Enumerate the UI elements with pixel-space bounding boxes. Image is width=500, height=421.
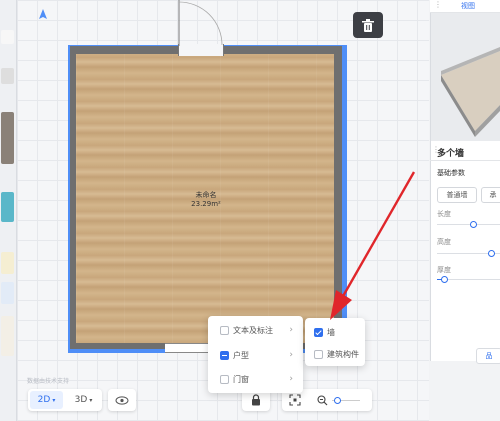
- search-icon[interactable]: [1, 30, 14, 44]
- section-title: 基础参数: [437, 169, 465, 177]
- view-mode-switch: 2D ▾ 3D ▾: [28, 389, 102, 411]
- thickness-slider-handle[interactable]: [441, 276, 448, 283]
- catalog-thumbnail[interactable]: [1, 68, 14, 84]
- fit-screen-icon[interactable]: [289, 394, 301, 406]
- submenu-item-label: 墙: [327, 327, 335, 337]
- zoom-out-icon[interactable]: [317, 394, 328, 406]
- corner-button[interactable]: 品: [476, 348, 500, 364]
- window-opening[interactable]: [165, 343, 213, 353]
- catalog-thumbnail[interactable]: [1, 252, 14, 274]
- chevron-down-icon: ▾: [89, 396, 93, 404]
- menu-item-label: 门窗: [233, 374, 249, 384]
- tab-view[interactable]: 视图: [461, 1, 475, 11]
- delete-button[interactable]: [353, 12, 383, 38]
- room-area: 23.29m²: [191, 200, 221, 208]
- mode-2d-label: 2D: [37, 395, 51, 405]
- catalog-thumbnail[interactable]: [1, 282, 14, 304]
- height-slider-handle[interactable]: [488, 250, 495, 257]
- divider: [430, 160, 500, 161]
- room-label: 未命名 23.29m²: [176, 191, 236, 209]
- param-label-thickness: 厚度: [437, 266, 451, 274]
- checkbox[interactable]: [220, 325, 229, 335]
- mode-3d-label: 3D: [74, 395, 88, 405]
- 3d-preview[interactable]: [431, 13, 500, 141]
- wall-type-normal-button[interactable]: 普通墙: [437, 187, 477, 203]
- watermark-text: 数据由技术支持: [27, 378, 70, 385]
- eye-icon: [115, 395, 129, 405]
- menu-item-doors-windows[interactable]: 门窗 ›: [208, 369, 303, 389]
- door-swing-icon: [178, 0, 223, 46]
- mode-3d-button[interactable]: 3D ▾: [67, 391, 100, 409]
- panel-footer: [430, 361, 500, 421]
- menu-item-label: 文本及标注: [233, 325, 273, 335]
- checkbox[interactable]: [314, 349, 323, 359]
- drag-handle-icon[interactable]: ⋮: [434, 0, 442, 9]
- chevron-right-icon: ›: [289, 374, 293, 384]
- annotation-arrow: [330, 171, 416, 320]
- catalog-thumbnail[interactable]: [1, 112, 14, 164]
- floorplan-submenu: 墙 建筑构件: [305, 318, 365, 366]
- panel-title: 多个墙: [437, 149, 465, 159]
- checkbox[interactable]: [220, 350, 229, 360]
- chevron-right-icon: ›: [289, 325, 293, 335]
- submenu-item-building-components[interactable]: 建筑构件: [305, 344, 365, 364]
- chevron-right-icon: ›: [289, 350, 293, 360]
- catalog-thumbnail[interactable]: [1, 316, 14, 356]
- menu-item-floorplan[interactable]: 户型 ›: [208, 345, 303, 365]
- length-slider-handle[interactable]: [470, 221, 477, 228]
- left-panel-strip: [0, 0, 17, 421]
- catalog-thumbnail[interactable]: [1, 192, 14, 222]
- trash-icon: [362, 18, 374, 32]
- room-3d-thumbnail: [441, 47, 500, 137]
- north-arrow-icon: [39, 9, 47, 19]
- length-slider[interactable]: [437, 224, 500, 225]
- zoom-slider[interactable]: [332, 395, 360, 405]
- submenu-item-wall[interactable]: 墙: [305, 322, 365, 342]
- layer-visibility-menu: 文本及标注 › 户型 › 门窗 ›: [208, 316, 303, 393]
- submenu-item-label: 建筑构件: [327, 349, 359, 359]
- menu-item-text-annotation[interactable]: 文本及标注 ›: [208, 320, 303, 340]
- checkbox[interactable]: [220, 374, 229, 384]
- checkbox[interactable]: [314, 327, 323, 337]
- menu-item-label: 户型: [233, 350, 249, 360]
- chevron-down-icon: ▾: [52, 396, 56, 404]
- zoom-slider-handle[interactable]: [334, 397, 341, 404]
- param-label-height: 高度: [437, 238, 451, 246]
- mode-2d-button[interactable]: 2D ▾: [30, 391, 63, 409]
- lock-icon: [252, 394, 260, 406]
- visibility-button[interactable]: [108, 389, 136, 411]
- room-name: 未命名: [195, 191, 217, 199]
- param-label-length: 长度: [437, 210, 451, 218]
- wall-type-load-bearing-button[interactable]: 承: [481, 187, 500, 203]
